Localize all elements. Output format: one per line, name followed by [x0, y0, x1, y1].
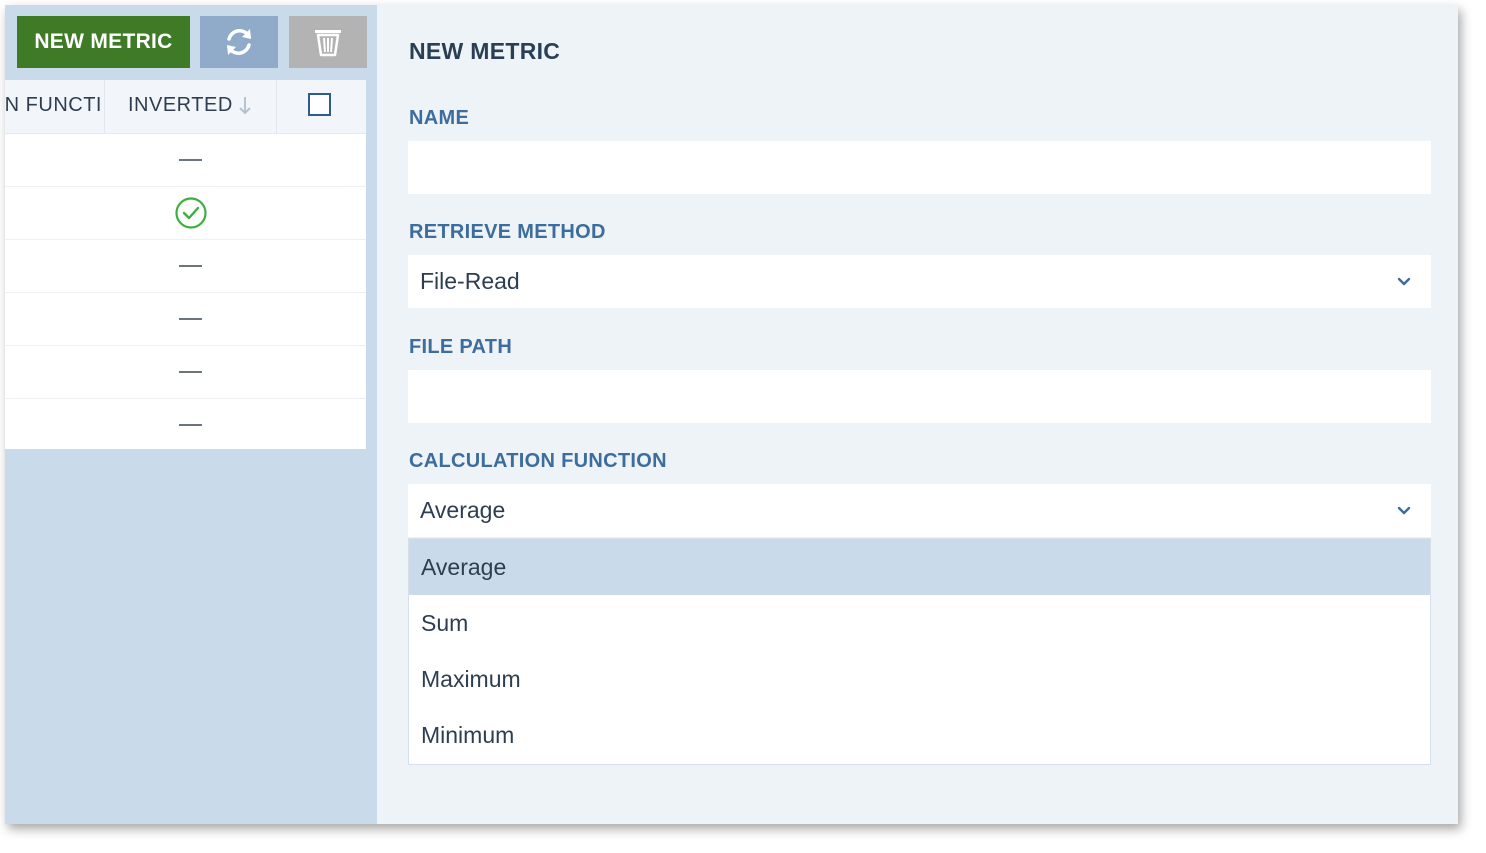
column-header-select — [277, 80, 366, 133]
inverted-cell — [105, 346, 276, 398]
refresh-button[interactable] — [200, 16, 278, 68]
new-metric-form: NEW METRIC NAME RETRIEVE METHOD File-Rea… — [377, 5, 1458, 824]
table-row[interactable] — [5, 187, 366, 240]
column-header-inverted[interactable]: INVERTED — [105, 80, 277, 133]
trash-icon — [315, 30, 341, 57]
form-title: NEW METRIC — [409, 38, 561, 64]
metrics-table: N FUNCTI INVERTED — [5, 80, 366, 449]
dash-icon — [179, 159, 202, 161]
inverted-cell — [105, 187, 276, 239]
retrieve-method-select[interactable]: File-Read — [408, 255, 1431, 308]
metrics-list-panel: NEW METRIC N FUNCTI INVERTED — [5, 5, 377, 824]
retrieve-method-value: File-Read — [420, 268, 520, 294]
toolbar: NEW METRIC — [5, 5, 377, 79]
inverted-cell — [105, 134, 276, 186]
dash-icon — [179, 424, 202, 426]
select-all-checkbox[interactable] — [308, 93, 331, 116]
app-window: NEW METRIC N FUNCTI INVERTED NEW METRIC … — [5, 5, 1458, 824]
table-row[interactable] — [5, 346, 366, 399]
inverted-cell — [105, 293, 276, 345]
table-row[interactable] — [5, 240, 366, 293]
dropdown-option-average[interactable]: Average — [409, 539, 1430, 595]
chevron-down-icon — [1397, 277, 1411, 286]
calculation-function-dropdown: Average Sum Maximum Minimum — [408, 538, 1431, 765]
table-row[interactable] — [5, 134, 366, 187]
retrieve-method-label: RETRIEVE METHOD — [409, 221, 606, 243]
arrow-down-icon — [239, 97, 251, 115]
column-header-label: N FUNCTI — [5, 94, 102, 116]
chevron-down-icon — [1397, 506, 1411, 515]
dropdown-option-sum[interactable]: Sum — [409, 595, 1430, 651]
calculation-function-label: CALCULATION FUNCTION — [409, 450, 667, 472]
table-row[interactable] — [5, 293, 366, 346]
file-path-input[interactable] — [408, 370, 1431, 423]
dash-icon — [179, 265, 202, 267]
name-input[interactable] — [408, 141, 1431, 194]
inverted-cell — [105, 399, 276, 451]
file-path-label: FILE PATH — [409, 336, 513, 358]
column-header-label: INVERTED — [128, 94, 233, 116]
table-row[interactable] — [5, 399, 366, 451]
calculation-function-value: Average — [420, 497, 506, 523]
column-header-calculation-function[interactable]: N FUNCTI — [5, 80, 105, 133]
table-header: N FUNCTI INVERTED — [5, 80, 366, 134]
dash-icon — [179, 318, 202, 320]
dropdown-option-minimum[interactable]: Minimum — [409, 707, 1430, 763]
calculation-function-select[interactable]: Average — [408, 484, 1431, 537]
delete-button[interactable] — [289, 16, 367, 68]
refresh-icon — [227, 29, 251, 55]
dropdown-option-maximum[interactable]: Maximum — [409, 651, 1430, 707]
check-circle-icon — [174, 197, 207, 229]
new-metric-button[interactable]: NEW METRIC — [17, 16, 190, 68]
inverted-cell — [105, 240, 276, 292]
dash-icon — [179, 371, 202, 373]
name-label: NAME — [409, 107, 470, 129]
